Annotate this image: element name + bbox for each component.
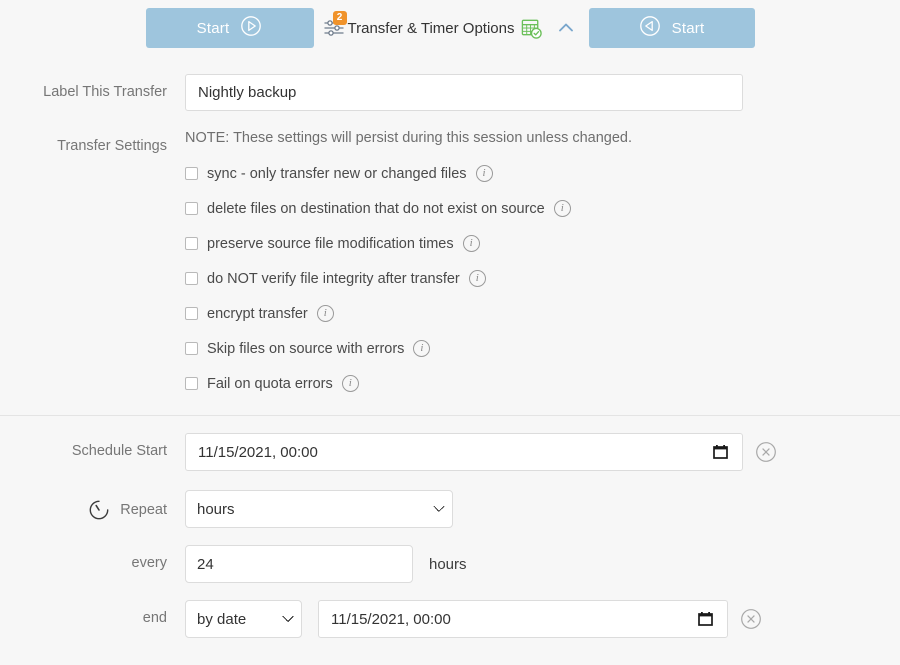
transfer-option-row[interactable]: preserve source file modification times i xyxy=(185,226,632,261)
calendar-timer-icon xyxy=(520,17,543,40)
timer-icon xyxy=(88,499,110,521)
transfer-option-checkbox[interactable] xyxy=(185,377,198,390)
end-calendar-icon[interactable] xyxy=(698,611,713,627)
end-row: end by date 11/15/2021, 00:00 xyxy=(0,600,762,638)
transfer-option-row[interactable]: Skip files on source with errors i xyxy=(185,331,632,366)
chevron-up-icon[interactable] xyxy=(555,17,577,39)
info-icon[interactable]: i xyxy=(341,375,359,392)
end-label: end xyxy=(142,610,167,626)
schedule-start-field: 11/15/2021, 00:00 xyxy=(185,433,777,471)
transfer-option-row[interactable]: delete files on destination that do not … xyxy=(185,191,632,226)
transfer-option-label: preserve source file modification times xyxy=(207,235,454,252)
transfer-option-checkbox[interactable] xyxy=(185,272,198,285)
sliders-icon: 2 xyxy=(322,11,347,40)
transfer-option-checkbox[interactable] xyxy=(185,237,198,250)
transfer-option-label: Skip files on source with errors xyxy=(207,340,405,357)
transfer-option-label: do NOT verify file integrity after trans… xyxy=(207,270,460,287)
transfer-settings-checkbox-list: sync - only transfer new or changed file… xyxy=(185,156,632,401)
schedule-start-datetime-input[interactable]: 11/15/2021, 00:00 xyxy=(185,433,743,471)
schedule-start-value: 11/15/2021, 00:00 xyxy=(198,443,318,461)
transfer-option-checkbox[interactable] xyxy=(185,202,198,215)
label-transfer-row: Label This Transfer xyxy=(0,74,743,111)
schedule-start-label: Schedule Start xyxy=(71,443,167,459)
every-field: hours xyxy=(185,545,467,583)
transfer-settings-note: NOTE: These settings will persist during… xyxy=(185,130,633,146)
info-icon[interactable]: i xyxy=(462,235,480,252)
info-icon[interactable]: i xyxy=(413,340,431,357)
transfer-option-label: sync - only transfer new or changed file… xyxy=(207,165,467,182)
play-circle-icon xyxy=(240,15,262,41)
every-row: every hours xyxy=(0,545,467,583)
repeat-label: Repeat xyxy=(120,502,167,518)
every-interval-input[interactable] xyxy=(185,545,413,583)
info-icon[interactable]: i xyxy=(316,305,334,322)
transfer-option-row[interactable]: sync - only transfer new or changed file… xyxy=(185,156,632,191)
repeat-label-group: Repeat xyxy=(0,490,185,521)
info-icon[interactable]: i xyxy=(475,165,493,182)
start-button-left-label: Start xyxy=(196,19,230,37)
transfer-settings-row: Transfer Settings NOTE: These settings w… xyxy=(0,130,632,401)
transfer-option-label: encrypt transfer xyxy=(207,305,308,322)
repeat-field: hours xyxy=(185,490,453,528)
end-field: by date 11/15/2021, 00:00 xyxy=(185,600,762,638)
label-transfer-input[interactable] xyxy=(185,74,743,111)
end-type-select[interactable]: by date xyxy=(185,600,302,638)
end-datetime-input[interactable]: 11/15/2021, 00:00 xyxy=(318,600,728,638)
transfer-option-checkbox[interactable] xyxy=(185,307,198,320)
transfer-option-checkbox[interactable] xyxy=(185,342,198,355)
top-toolbar: Start 2 Transfer & Timer Options Start xyxy=(0,0,900,56)
calendar-icon[interactable] xyxy=(713,444,728,460)
transfer-settings-field: NOTE: These settings will persist during… xyxy=(185,130,632,401)
section-divider xyxy=(0,415,900,416)
repeat-select[interactable]: hours xyxy=(185,490,453,528)
transfer-options-panel: Start 2 Transfer & Timer Options Start L… xyxy=(0,0,900,665)
start-button-right-label: Start xyxy=(671,19,705,37)
transfer-option-label: delete files on destination that do not … xyxy=(207,200,545,217)
start-button-left[interactable]: Start xyxy=(145,8,314,48)
every-unit-label: hours xyxy=(429,555,467,573)
transfer-option-label: Fail on quota errors xyxy=(207,375,333,392)
repeat-row: Repeat hours xyxy=(0,490,453,528)
transfer-settings-label: Transfer Settings xyxy=(57,138,167,154)
transfer-option-row[interactable]: encrypt transfer i xyxy=(185,296,632,331)
end-date-clear-icon[interactable] xyxy=(740,608,762,630)
transfer-timer-options-title: Transfer & Timer Options xyxy=(347,19,515,37)
transfer-option-row[interactable]: Fail on quota errors i xyxy=(185,366,632,401)
label-transfer-field xyxy=(185,74,743,111)
transfer-option-checkbox[interactable] xyxy=(185,167,198,180)
label-transfer-label: Label This Transfer xyxy=(43,84,167,100)
transfer-option-row[interactable]: do NOT verify file integrity after trans… xyxy=(185,261,632,296)
info-icon[interactable]: i xyxy=(553,200,571,217)
every-label: every xyxy=(131,555,167,571)
play-back-circle-icon xyxy=(639,15,661,41)
end-date-value: 11/15/2021, 00:00 xyxy=(331,610,451,628)
schedule-start-row: Schedule Start 11/15/2021, 00:00 xyxy=(0,433,777,471)
schedule-start-clear-icon[interactable] xyxy=(755,441,777,463)
info-icon[interactable]: i xyxy=(468,270,486,287)
transfer-timer-options-group[interactable]: 2 Transfer & Timer Options xyxy=(322,11,581,40)
options-count-badge: 2 xyxy=(332,11,347,25)
start-button-right[interactable]: Start xyxy=(588,8,755,48)
